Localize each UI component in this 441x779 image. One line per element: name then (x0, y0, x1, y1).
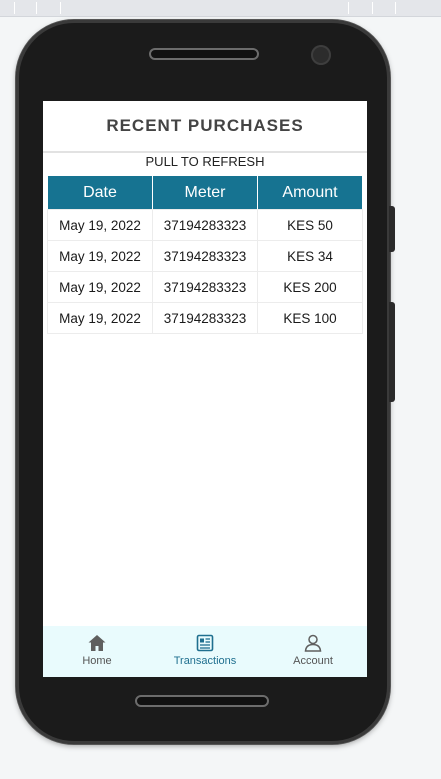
nav-item-transactions[interactable]: Transactions (151, 626, 259, 677)
nav-label-home: Home (82, 655, 112, 667)
bottom-nav: Home Transactions Account (43, 626, 367, 677)
cell-date: May 19, 2022 (48, 241, 152, 271)
toolbar-divider (14, 2, 15, 14)
table-row[interactable]: May 19, 2022 37194283323 KES 200 (48, 272, 362, 302)
phone-frame: RECENT PURCHASES PULL TO REFRESH Date Me… (16, 20, 395, 744)
toolbar-divider (395, 2, 396, 14)
toolbar-divider (348, 2, 349, 14)
page-title: RECENT PURCHASES (106, 116, 304, 135)
power-button (389, 302, 395, 402)
column-header-meter: Meter (153, 176, 257, 209)
cell-amount: KES 34 (258, 241, 362, 271)
column-header-date: Date (48, 176, 152, 209)
volume-button (389, 206, 395, 252)
front-camera (311, 45, 331, 65)
cell-date: May 19, 2022 (48, 210, 152, 240)
phone-speaker (149, 48, 259, 60)
nav-item-account[interactable]: Account (259, 626, 367, 677)
nav-label-transactions: Transactions (173, 655, 237, 667)
phone-home-bar (135, 695, 269, 707)
toolbar-divider (372, 2, 373, 14)
nav-item-home[interactable]: Home (43, 626, 151, 677)
table-row[interactable]: May 19, 2022 37194283323 KES 50 (48, 210, 362, 240)
table-row[interactable]: May 19, 2022 37194283323 KES 100 (48, 303, 362, 333)
cell-amount: KES 50 (258, 210, 362, 240)
purchases-table: Date Meter Amount May 19, 2022 371942833… (47, 175, 363, 334)
pull-to-refresh-hint[interactable]: PULL TO REFRESH (43, 153, 367, 175)
cell-meter: 37194283323 (153, 210, 257, 240)
column-header-amount: Amount (258, 176, 362, 209)
cell-amount: KES 200 (258, 272, 362, 302)
toolbar-divider (60, 2, 61, 14)
cell-date: May 19, 2022 (48, 272, 152, 302)
cell-meter: 37194283323 (153, 272, 257, 302)
cell-date: May 19, 2022 (48, 303, 152, 333)
user-icon (304, 634, 322, 652)
nav-label-account: Account (293, 655, 333, 667)
browser-toolbar (0, 0, 441, 17)
home-icon (88, 635, 106, 651)
table-header-row: Date Meter Amount (48, 176, 362, 209)
cell-amount: KES 100 (258, 303, 362, 333)
page-header: RECENT PURCHASES (43, 101, 367, 153)
toolbar-divider (36, 2, 37, 14)
cell-meter: 37194283323 (153, 303, 257, 333)
table-row[interactable]: May 19, 2022 37194283323 KES 34 (48, 241, 362, 271)
cell-meter: 37194283323 (153, 241, 257, 271)
receipt-icon (196, 634, 214, 652)
app-screen: RECENT PURCHASES PULL TO REFRESH Date Me… (43, 101, 367, 677)
